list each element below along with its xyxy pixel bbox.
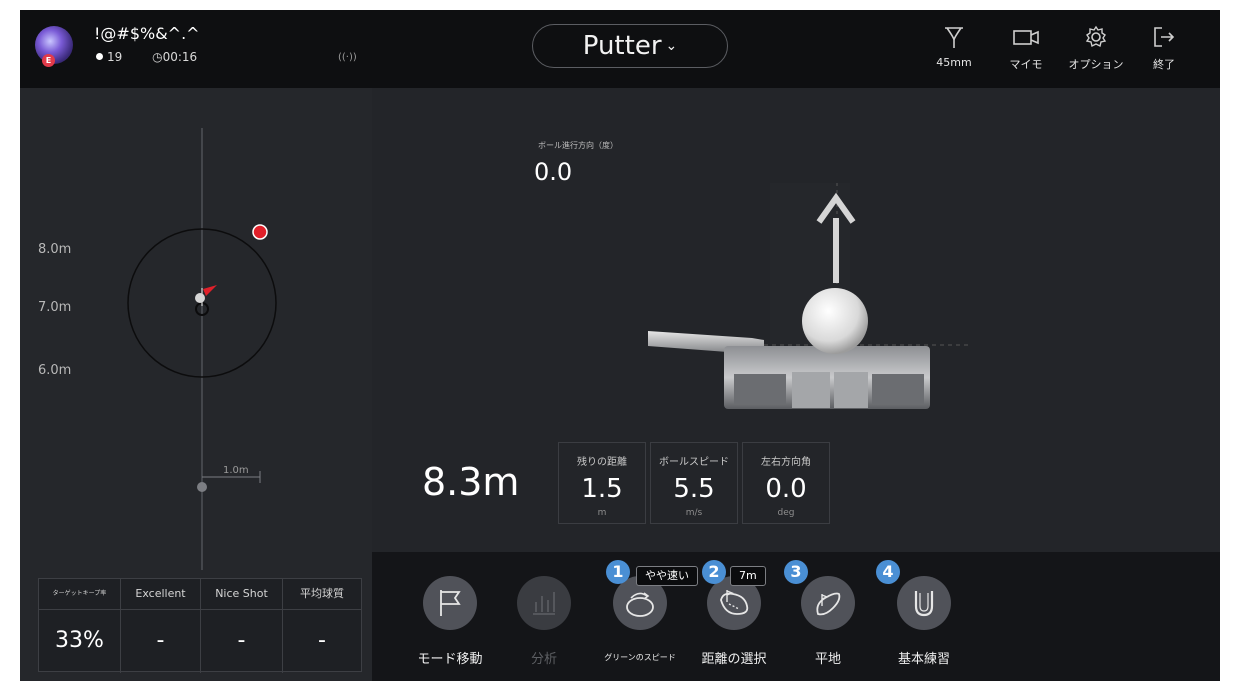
shot-view: ボール進行方向（度） 0.0 8.3m 残りの距離 1.5 m ボールスピード … [372, 88, 1220, 552]
score-header: ターゲットキープ率 [39, 579, 120, 610]
mode-change-button[interactable]: モード移動 [404, 576, 496, 667]
ball-landing-marker [195, 293, 205, 303]
callout-badge-3: 3 [784, 560, 808, 584]
shot-count: 19 [107, 50, 123, 64]
metric-ball-speed: ボールスピード 5.5 m/s [650, 442, 738, 524]
metric-remaining-distance: 残りの距離 1.5 m [558, 442, 646, 524]
player-name: !@#$%&^.^ [94, 24, 200, 43]
score-value: - [156, 628, 165, 653]
flat-green-icon [801, 576, 855, 630]
flat-green-button[interactable]: 平地 [782, 576, 874, 667]
top-bar: E !@#$%&^.^ 19 ◷00:16 ((·)) Putter ⌄ 45mm… [20, 10, 1220, 88]
exit-button[interactable]: 終了 [1134, 24, 1194, 72]
putter-head-detail [872, 374, 924, 404]
tool-label: 分析 [530, 652, 557, 667]
green-speed-button[interactable]: グリーンのスピード [594, 576, 686, 663]
metric-value: 5.5 [673, 474, 715, 504]
metric-unit: m/s [685, 508, 703, 518]
ball-result-marker [252, 224, 268, 240]
tee-height-label: 45mm [936, 56, 972, 69]
distance-mark-6m: 6.0m [38, 363, 72, 378]
metric-unit: m [597, 508, 607, 518]
metric-label: 左右方向角 [761, 457, 811, 468]
gear-icon [1066, 24, 1126, 50]
distance-mark-7m: 7.0m [38, 300, 72, 315]
score-table: ターゲットキープ率 33% Excellent - Nice Shot - 平均… [38, 578, 362, 673]
score-header: Nice Shot [201, 579, 282, 610]
rank-badge: E [42, 54, 55, 67]
ball-start-marker [197, 482, 207, 492]
score-value: - [318, 628, 326, 653]
tool-label: グリーンのスピード [604, 653, 676, 662]
score-value: - [237, 628, 246, 653]
score-value: 33% [55, 628, 104, 653]
clock-icon: ◷ [152, 50, 163, 64]
tee-height-button[interactable]: 45mm [924, 24, 984, 69]
score-header: Excellent [121, 579, 200, 610]
putter-head-detail [734, 374, 786, 404]
club-selector[interactable]: Putter ⌄ [532, 24, 728, 68]
chevron-down-icon: ⌄ [665, 38, 678, 54]
options-label: オプション [1068, 58, 1124, 71]
signal-icon: ((·)) [338, 52, 357, 63]
callout-badge-2: 2 [702, 560, 726, 584]
metric-value: 0.0 [765, 474, 807, 504]
putter-head-detail [792, 372, 830, 408]
distance-mark-8m: 8.0m [38, 242, 72, 257]
analysis-button[interactable]: 分析 [498, 576, 590, 667]
session-stats: 19 ◷00:16 [96, 50, 197, 64]
scale-label: 1.0m [223, 465, 249, 476]
score-target-keep: ターゲットキープ率 33% [39, 579, 121, 673]
callout-badge-4: 4 [876, 560, 900, 584]
metric-value: 1.5 [581, 474, 623, 504]
callout-badge-1: 1 [606, 560, 630, 584]
tool-label: 距離の選択 [701, 652, 767, 667]
flag-icon-map [203, 285, 217, 296]
tool-label: 基本練習 [897, 652, 950, 667]
basic-practice-button[interactable]: 基本練習 [878, 576, 970, 667]
tee-icon [924, 24, 984, 50]
video-camera-icon [996, 24, 1056, 50]
distance-select-button[interactable]: 距離の選択 [688, 576, 780, 667]
score-avg-quality: 平均球質 - [283, 579, 361, 673]
chart-icon [517, 576, 571, 630]
distance-tag: 7m [730, 566, 766, 586]
club-label: Putter [582, 31, 662, 61]
flag-icon [423, 576, 477, 630]
shot-count-icon [96, 53, 103, 60]
app-window: E !@#$%&^.^ 19 ◷00:16 ((·)) Putter ⌄ 45mm… [20, 10, 1220, 681]
score-header: 平均球質 [283, 579, 361, 610]
my-video-label: マイモ [1009, 58, 1043, 71]
metric-label: ボールスピード [659, 457, 729, 468]
metric-label: 残りの距離 [577, 457, 627, 468]
green-speed-tag: やや速い [636, 566, 698, 586]
putter-illustration [648, 183, 972, 409]
metric-unit: deg [777, 508, 795, 518]
basic-practice-icon [897, 576, 951, 630]
metric-horizontal-angle: 左右方向角 0.0 deg [742, 442, 830, 524]
score-nice-shot: Nice Shot - [201, 579, 283, 673]
exit-label: 終了 [1153, 58, 1175, 71]
timer-value: 00:16 [162, 50, 198, 64]
putter-head-detail [834, 372, 868, 408]
exit-icon [1134, 24, 1194, 50]
options-button[interactable]: オプション [1066, 24, 1126, 72]
tool-label: モード移動 [417, 652, 483, 667]
timer: ◷00:16 [152, 50, 197, 64]
score-excellent: Excellent - [121, 579, 201, 673]
tool-label: 平地 [814, 652, 841, 667]
golf-ball [802, 288, 868, 354]
shot-distance: 8.3m [422, 460, 520, 504]
bottom-toolbar: モード移動 分析 グリーンのスピード 距離の選択 平地 基本練習 1 やや速い … [372, 552, 1220, 681]
my-video-button[interactable]: マイモ [996, 24, 1056, 72]
